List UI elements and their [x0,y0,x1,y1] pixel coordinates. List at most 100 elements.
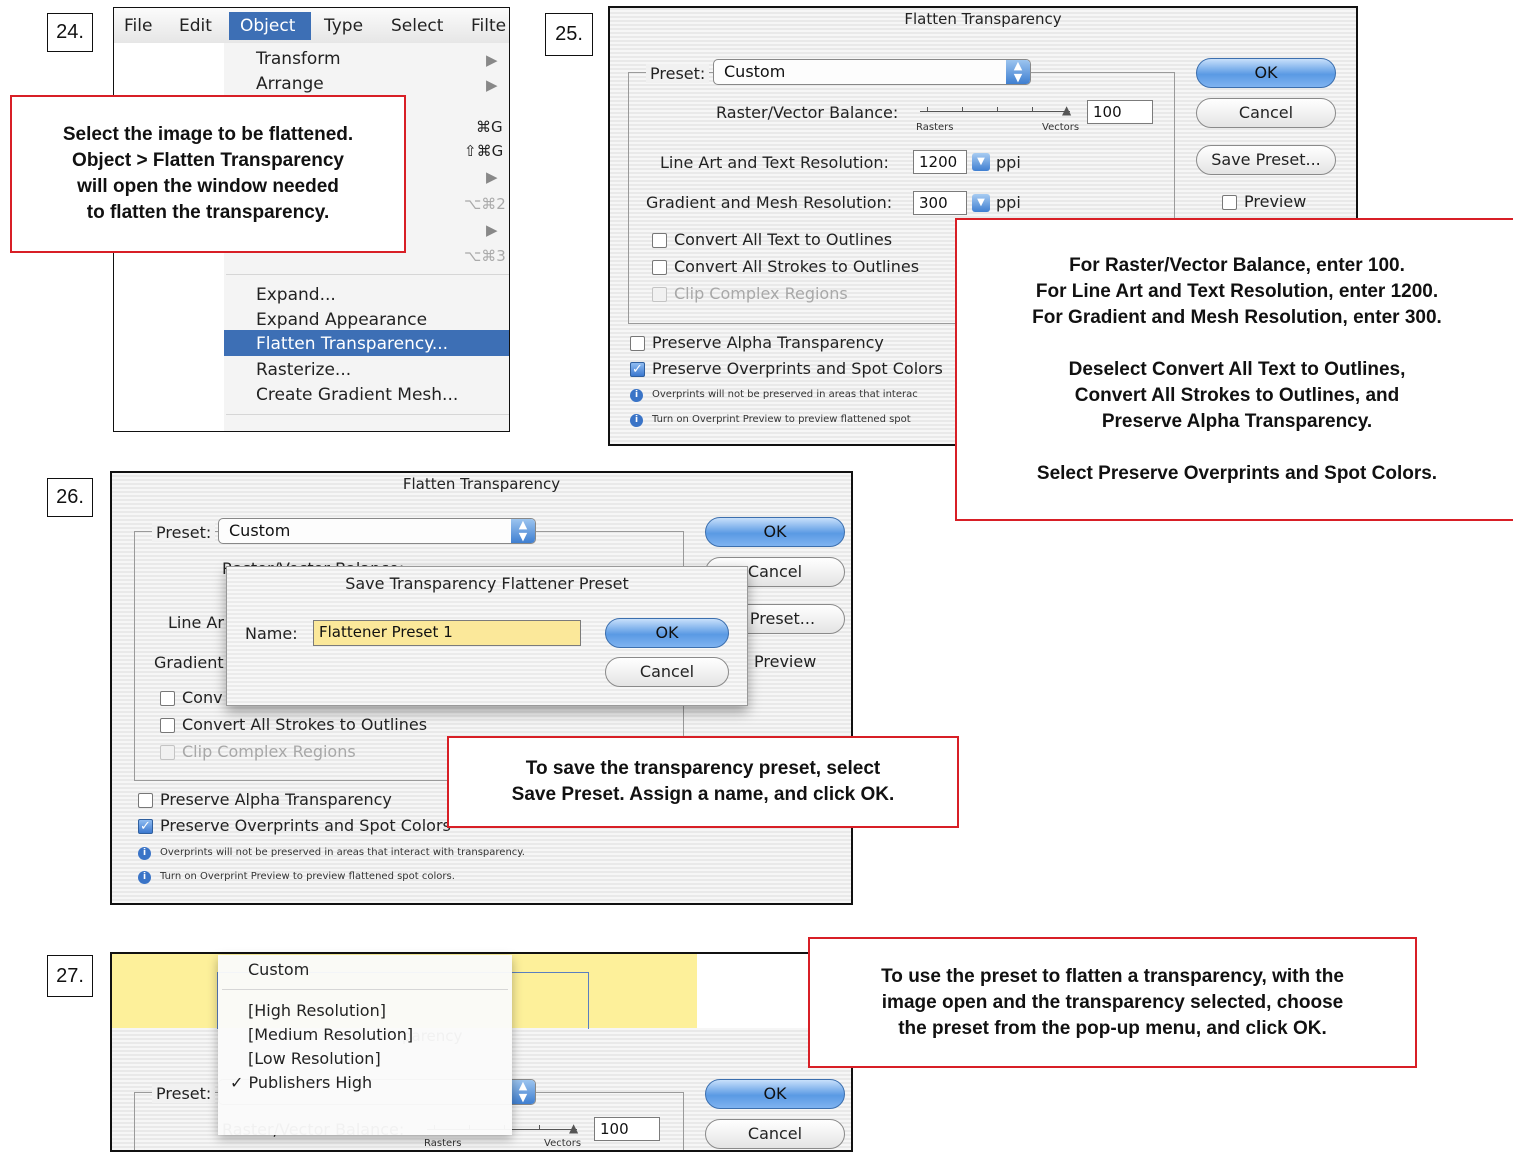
preset-popup[interactable]: Custom ▲ ▼ [713,59,1031,85]
popup-divider [222,989,508,990]
ok-button[interactable]: OK [705,517,845,547]
ok-button[interactable]: OK [705,1079,845,1109]
convert-strokes-checkbox[interactable] [652,260,667,275]
clip-regions-checkbox [652,287,667,302]
convert-text-checkbox[interactable] [652,233,667,248]
slider-thumb-icon[interactable]: ▲ [1062,103,1071,117]
menubar-file[interactable]: File [124,16,152,36]
preset-label: Preset: [646,64,710,83]
menu-item-rasterize[interactable]: Rasterize... [256,360,351,380]
combo-arrow-icon[interactable]: ▼ [972,194,990,212]
line-art-resolution-field[interactable]: 1200 [913,150,967,174]
overprint-preview-note: Turn on Overprint Preview to preview fla… [652,414,911,425]
menu-item-create-gradient-mesh[interactable]: Create Gradient Mesh... [256,385,458,405]
slider-tick [962,107,963,112]
menubar-select[interactable]: Select [391,16,443,36]
overprints-note: Overprints will not be preserved in area… [160,847,525,858]
callout-step-25: For Raster/Vector Balance, enter 100. Fo… [955,218,1513,521]
menubar-type[interactable]: Type [324,16,363,36]
popup-arrows-icon: ▲ ▼ [1006,60,1030,84]
rasters-label: Rasters [424,1138,462,1149]
save-preset-button[interactable]: Save Preset... [1196,145,1336,175]
balance-value-field[interactable]: 100 [594,1117,660,1141]
preset-popup-menu: Custom [High Resolution] [Medium Resolut… [218,955,512,1135]
preserve-alpha-checkbox[interactable] [138,793,153,808]
callout-line: Convert All Strokes to Outlines, and [1074,384,1400,406]
slider-tick [539,1125,540,1130]
preview-checkbox[interactable] [1222,195,1237,210]
submenu-arrow-icon: ▶ [486,51,498,69]
submenu-arrow-icon: ▶ [486,221,498,239]
preset-name-field[interactable]: Flattener Preset 1 [313,620,581,646]
sheet-cancel-button[interactable]: Cancel [605,657,729,687]
popup-item-medium-resolution[interactable]: [Medium Resolution] [248,1025,413,1044]
slider-tick [997,107,998,112]
clip-regions-label: Clip Complex Regions [182,742,356,761]
popup-item-low-resolution[interactable]: [Low Resolution] [248,1049,381,1068]
shortcut-group: ⌘G [476,118,503,136]
info-icon: i [138,847,151,860]
slider-thumb-icon[interactable]: ▲ [569,1121,578,1135]
convert-strokes-label: Convert All Strokes to Outlines [182,715,428,734]
popup-item-publishers-high[interactable]: ✓ Publishers High [230,1073,372,1092]
callout-line: Deselect Convert All Text to Outlines, [1068,358,1406,380]
menubar-edit[interactable]: Edit [179,16,212,36]
submenu-arrow-icon: ▶ [486,168,498,186]
preset-value: Custom [724,62,786,81]
callout-line: image open and the transparency selected… [881,991,1344,1013]
callout-line: to flatten the transparency. [86,202,330,223]
info-icon: i [630,389,643,402]
info-icon: i [138,871,151,884]
preserve-alpha-checkbox[interactable] [630,336,645,351]
step-number-26: 26. [47,478,93,517]
preserve-overprints-checkbox[interactable]: ✓ [630,362,645,377]
preset-label: Preset: [152,1084,216,1103]
rasters-label: Rasters [916,122,954,133]
combo-arrow-icon[interactable]: ▼ [972,153,990,171]
menu-item-expand[interactable]: Expand... [256,285,336,305]
line-art-resolution-label: Line Art and Text Resolution: [660,153,889,172]
shortcut-2: ⌥⌘2 [464,195,506,213]
convert-text-label-partial: Conv [182,688,223,707]
preserve-overprints-checkbox[interactable]: ✓ [138,819,153,834]
popup-item-high-resolution[interactable]: [High Resolution] [248,1001,386,1020]
submenu-arrow-icon: ▶ [486,76,498,94]
callout-step-24: Select the image to be flattened. Object… [10,95,406,253]
sheet-title: Save Transparency Flattener Preset [345,574,629,593]
callout-line: To use the preset to flatten a transpare… [881,965,1344,987]
menubar [114,8,509,44]
menu-item-transform[interactable]: Transform [256,49,341,69]
overprints-note: Overprints will not be preserved in area… [652,389,918,400]
gradient-label-partial: Gradient [154,653,224,672]
popup-item-custom[interactable]: Custom [248,960,309,979]
gradient-resolution-field[interactable]: 300 [913,191,967,215]
menu-item-arrange[interactable]: Arrange [256,74,324,94]
menubar-object[interactable]: Object [240,16,295,36]
balance-value-field[interactable]: 100 [1087,100,1153,124]
convert-strokes-checkbox[interactable] [160,718,175,733]
menu-item-flatten-transparency[interactable]: Flatten Transparency... [256,334,448,354]
callout-step-26: To save the transparency preset, select … [447,736,959,828]
convert-text-label: Convert All Text to Outlines [674,230,893,249]
menubar-filter[interactable]: Filte [471,16,506,36]
menu-divider [226,414,509,415]
cancel-button[interactable]: Cancel [1196,98,1336,128]
callout-line: Object > Flatten Transparency [72,150,344,171]
gradient-resolution-label: Gradient and Mesh Resolution: [646,193,893,212]
balance-slider-track[interactable] [920,111,1070,112]
preset-popup[interactable]: Custom ▲ ▼ [218,518,536,544]
menu-item-expand-appearance: Expand Appearance [256,310,428,330]
callout-line: Select Preserve Overprints and Spot Colo… [1036,462,1438,484]
preview-label: Preview [754,652,817,671]
convert-text-checkbox[interactable] [160,691,175,706]
sheet-ok-button[interactable]: OK [605,618,729,648]
preserve-overprints-label: Preserve Overprints and Spot Colors [160,816,451,835]
callout-line: For Gradient and Mesh Resolution, enter … [1032,306,1442,328]
callout-line: the preset from the pop-up menu, and cli… [898,1017,1327,1039]
ok-button[interactable]: OK [1196,58,1336,88]
vectors-label: Vectors [1042,122,1080,133]
popup-arrows-icon: ▲ ▼ [511,519,535,543]
cancel-button[interactable]: Cancel [705,1119,845,1149]
step-number-24: 24. [47,13,93,52]
callout-line: To save the transparency preset, select [525,758,881,779]
